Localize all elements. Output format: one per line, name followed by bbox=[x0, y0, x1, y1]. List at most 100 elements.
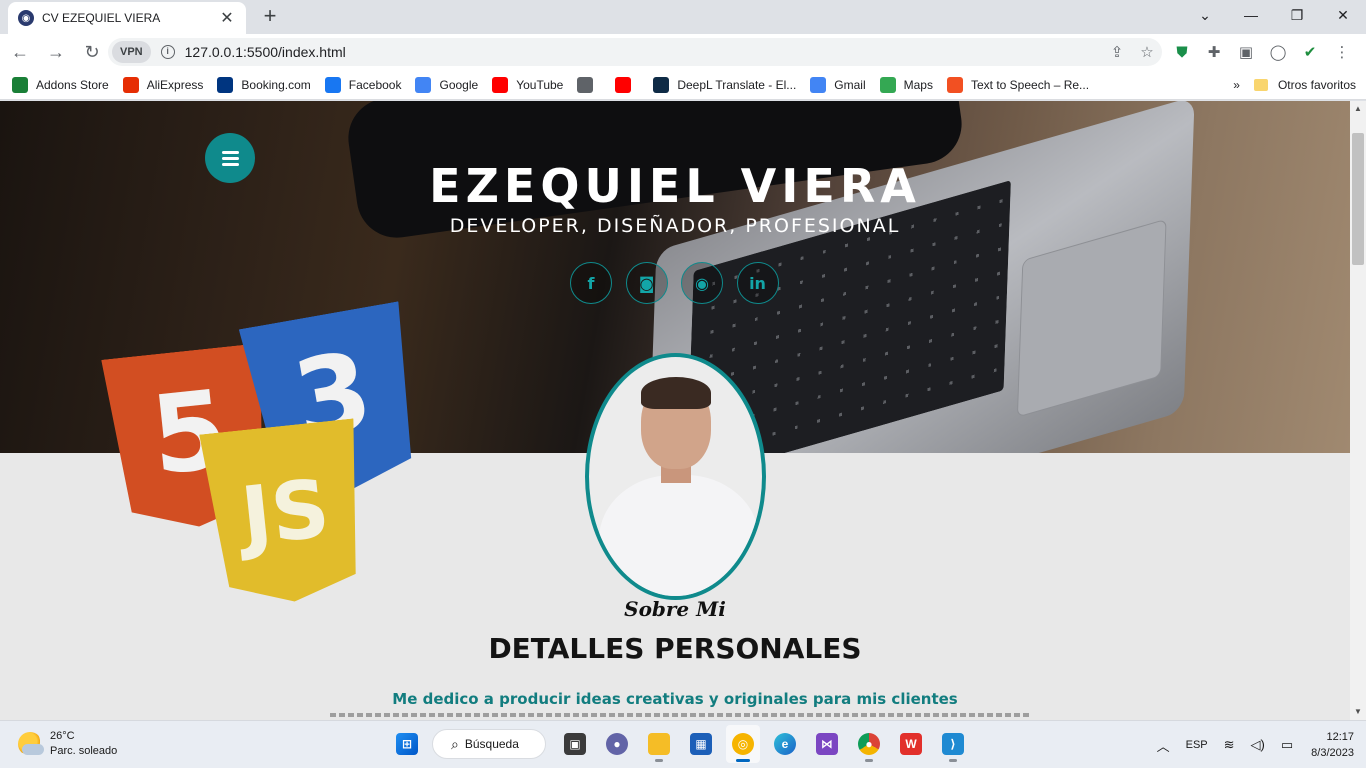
about-title: DETALLES PERSONALES bbox=[488, 632, 862, 665]
scroll-thumb[interactable] bbox=[1352, 133, 1364, 265]
browser-toolbar: ← → ↻ VPN i 127.0.0.1:5500/index.html ⇪ … bbox=[0, 34, 1366, 70]
bookmark-label: AliExpress bbox=[146, 77, 204, 92]
side-panel-icon[interactable]: ▣ bbox=[1230, 38, 1262, 66]
close-window-icon[interactable]: ✕ bbox=[1320, 0, 1366, 30]
address-bar[interactable]: VPN i 127.0.0.1:5500/index.html ⇪ ☆ bbox=[108, 38, 1162, 66]
bookmark-label: Text to Speech – Re... bbox=[970, 77, 1090, 92]
running-indicator bbox=[865, 759, 873, 762]
window-controls: ⌄ — ❐ ✕ bbox=[1182, 0, 1366, 30]
scroll-up-arrow-icon[interactable]: ▲ bbox=[1350, 101, 1366, 117]
bookmark-item[interactable]: Google bbox=[415, 76, 478, 93]
edge-button[interactable]: e bbox=[768, 725, 802, 763]
bookmark-item[interactable]: Booking.com bbox=[217, 76, 311, 93]
browser-taskbar-button[interactable]: ◎ bbox=[726, 725, 760, 763]
javascript-logo: JS bbox=[199, 418, 372, 609]
menu-kebab-icon[interactable]: ⋮ bbox=[1326, 38, 1358, 66]
page-viewport: EZEQUIEL VIERA DEVELOPER, DISEÑADOR, PRO… bbox=[0, 101, 1350, 720]
tab-search-icon[interactable]: ⌄ bbox=[1182, 0, 1228, 30]
url-text[interactable]: 127.0.0.1:5500/index.html bbox=[185, 44, 1102, 60]
windows-logo-icon: ⊞ bbox=[396, 733, 418, 755]
task-view-button[interactable]: ▣ bbox=[558, 725, 592, 763]
file-explorer-button[interactable] bbox=[642, 725, 676, 763]
profile-photo bbox=[585, 353, 766, 600]
taskbar-search-label: Búsqueda bbox=[464, 737, 519, 751]
github-icon[interactable]: ◉ bbox=[681, 262, 723, 304]
wps-office-button[interactable]: W bbox=[894, 725, 928, 763]
start-button[interactable]: ⊞ bbox=[390, 725, 424, 763]
running-indicator bbox=[655, 759, 663, 762]
show-hidden-icons-chevron-icon[interactable]: ︿ bbox=[1157, 736, 1170, 755]
reload-icon[interactable]: ↻ bbox=[76, 36, 108, 68]
extension-icons: ⛊ ✚ ▣ ◯ ✔ ⋮ bbox=[1166, 38, 1358, 66]
hero-name: EZEQUIEL VIERA bbox=[429, 159, 921, 213]
bookmark-label: Maps bbox=[903, 77, 933, 92]
bookmark-item[interactable]: AliExpress bbox=[122, 76, 204, 93]
other-bookmarks-folder[interactable]: Otros favoritos bbox=[1278, 78, 1356, 92]
bookmark-item[interactable]: Addons Store bbox=[12, 76, 109, 93]
bookmarks-overflow-chevron-icon[interactable]: » bbox=[1233, 78, 1240, 92]
microsoft-store-button[interactable]: ▦ bbox=[684, 725, 718, 763]
scroll-down-arrow-icon[interactable]: ▼ bbox=[1350, 704, 1366, 720]
adblock-shield-icon[interactable]: ⛊ bbox=[1166, 38, 1198, 66]
vscode-button[interactable]: ⟩ bbox=[936, 725, 970, 763]
bookmark-label: Addons Store bbox=[36, 77, 109, 92]
bookmark-item[interactable] bbox=[577, 76, 601, 93]
back-arrow-icon[interactable]: ← bbox=[4, 36, 36, 68]
forward-arrow-icon[interactable]: → bbox=[40, 36, 72, 68]
bookmark-label: YouTube bbox=[516, 77, 564, 92]
restore-icon[interactable]: ❐ bbox=[1274, 0, 1320, 30]
social-links: f ◙ ◉ in bbox=[570, 262, 792, 304]
linkedin-icon[interactable]: in bbox=[736, 262, 779, 304]
tab-close-icon[interactable]: ✕ bbox=[218, 8, 236, 28]
booking-icon bbox=[217, 76, 234, 93]
bookmark-item[interactable]: Facebook bbox=[324, 76, 401, 93]
taskbar-search[interactable]: ⌕ Búsqueda bbox=[432, 729, 546, 759]
menu-bar-icon bbox=[221, 150, 239, 154]
instagram-icon[interactable]: ◙ bbox=[625, 262, 668, 304]
about-lead-text: Me dedico a producir ideas creativas y o… bbox=[392, 690, 958, 708]
chrome-icon: ● bbox=[858, 733, 880, 755]
new-tab-button[interactable]: + bbox=[258, 4, 282, 28]
about-body-text-cutoff bbox=[330, 713, 1030, 717]
chrome-button[interactable]: ● bbox=[852, 725, 886, 763]
volume-icon[interactable]: ◁) bbox=[1251, 737, 1265, 753]
minimize-icon[interactable]: — bbox=[1228, 0, 1274, 30]
store-icon: ▦ bbox=[690, 733, 712, 755]
wifi-icon[interactable]: ≋ bbox=[1224, 737, 1235, 753]
clock-date: 8/3/2023 bbox=[1311, 747, 1354, 759]
visual-studio-button[interactable]: ⋈ bbox=[810, 725, 844, 763]
facebook-icon[interactable]: f bbox=[570, 262, 612, 304]
chat-icon: ● bbox=[606, 733, 628, 755]
page-scrollbar[interactable]: ▲ ▼ bbox=[1350, 101, 1366, 720]
text-to-speech-icon bbox=[946, 76, 963, 93]
vpn-badge[interactable]: VPN bbox=[112, 41, 151, 63]
profile-avatar-icon[interactable]: ◯ bbox=[1262, 38, 1294, 66]
site-info-icon[interactable]: i bbox=[160, 45, 175, 59]
partly-sunny-icon bbox=[18, 732, 44, 756]
bookmark-item[interactable]: Text to Speech – Re... bbox=[946, 76, 1090, 93]
extensions-puzzle-icon[interactable]: ✚ bbox=[1198, 38, 1230, 66]
bookmark-item[interactable]: Gmail bbox=[810, 76, 866, 93]
browser-tab[interactable]: ◉ CV EZEQUIEL VIERA ✕ bbox=[8, 2, 246, 34]
bookmark-item[interactable]: YouTube bbox=[492, 76, 564, 93]
input-language[interactable]: ESP bbox=[1186, 739, 1208, 751]
bookmark-item[interactable] bbox=[615, 76, 639, 93]
security-shield-icon[interactable]: ✔ bbox=[1294, 38, 1326, 66]
bookmark-star-icon[interactable]: ☆ bbox=[1132, 43, 1162, 61]
bookmark-item[interactable]: DeepL Translate - El... bbox=[653, 76, 796, 93]
weather-widget[interactable]: 26°C Parc. soleado bbox=[18, 729, 117, 759]
battery-icon[interactable]: ▭ bbox=[1281, 737, 1293, 753]
running-indicator bbox=[949, 759, 957, 762]
globe-icon bbox=[577, 76, 594, 93]
profile-hair bbox=[641, 377, 711, 409]
hero-subtitle: DEVELOPER, DISEÑADOR, PROFESIONAL bbox=[449, 215, 901, 237]
wps-office-icon: W bbox=[900, 733, 922, 755]
visual-studio-icon: ⋈ bbox=[816, 733, 838, 755]
vscode-icon: ⟩ bbox=[942, 733, 964, 755]
share-icon[interactable]: ⇪ bbox=[1102, 43, 1132, 61]
teams-chat-button[interactable]: ● bbox=[600, 725, 634, 763]
google-icon bbox=[415, 76, 432, 93]
bookmark-item[interactable]: Maps bbox=[879, 76, 933, 93]
tab-favicon-icon: ◉ bbox=[18, 10, 34, 26]
system-clock[interactable]: 12:17 8/3/2023 bbox=[1311, 729, 1354, 761]
